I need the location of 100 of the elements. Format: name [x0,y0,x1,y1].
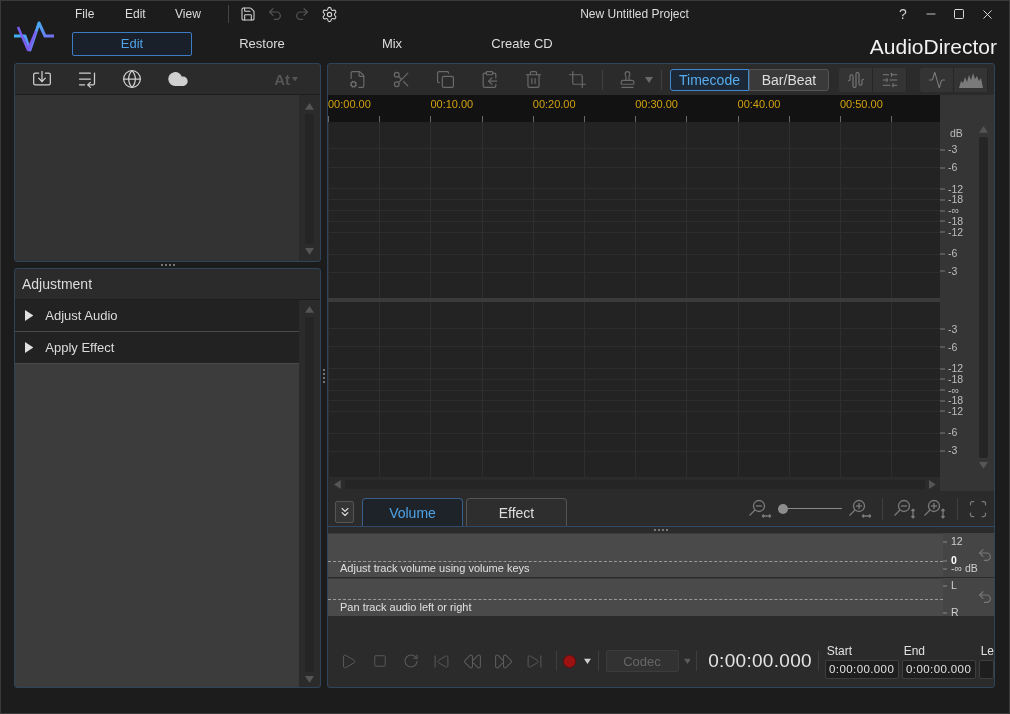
scroll-right-icon[interactable] [929,479,936,489]
db-label: -18 [940,193,964,205]
undo-icon[interactable] [976,547,993,563]
ruler-label: 00:20.00 [532,98,577,110]
scroll-up-icon[interactable] [305,306,314,313]
accordion-item[interactable]: Apply Effect [15,332,299,364]
zoom-in-horizontal-icon[interactable] [848,498,872,519]
trash-icon[interactable] [523,70,543,89]
db-label: -18 [940,373,964,385]
envelope-lane[interactable]: Adjust track volume using volume keys [328,533,943,577]
unit-label: dB [950,127,963,139]
db-label: -3 [940,265,958,277]
undo-icon[interactable] [267,6,283,22]
scroll-down-icon[interactable] [305,676,314,683]
ruler-label: 00:30.00 [635,98,679,110]
undo-icon[interactable] [976,589,993,605]
time-field[interactable]: 0:00:00.000 [901,659,976,679]
help-button[interactable]: ? [889,6,917,22]
scan-frame-icon[interactable] [968,498,988,519]
field-label: End [902,643,926,658]
lane-hint: Adjust track volume using volume keys [339,562,531,576]
save-icon[interactable] [240,6,256,22]
play-icon[interactable] [340,652,357,670]
envelope-lane[interactable]: Pan track audio left or right [328,578,943,616]
sliders-icon [880,70,899,89]
settings-icon[interactable] [321,5,338,23]
lane-tab[interactable]: Volume [362,498,463,526]
lane-scale-label: 12 [943,535,963,547]
db-label: -12 [940,226,964,237]
pulse-button[interactable] [920,67,954,92]
ruler-label: 00:40.00 [737,98,782,110]
lane-scale-label: R [943,606,959,618]
segment-button[interactable]: Bar/Beat [749,68,829,91]
field-label: Le [979,643,994,658]
time-display: 0:00:00.000 [708,650,812,672]
audio-track[interactable] [328,122,940,298]
zoom-out-horizontal-icon[interactable] [748,498,772,519]
document-gear-icon[interactable] [347,70,367,89]
ruler-label: 00:00.00 [328,98,372,110]
db-label: -12 [940,405,964,417]
mode-tab[interactable]: Restore [202,31,322,56]
slider-thumb[interactable] [778,503,788,514]
waveform-icon [846,70,865,89]
db-label: -6 [940,247,958,259]
scroll-left-icon[interactable] [334,479,341,489]
field-label: Start [825,643,853,658]
menu-item[interactable]: File [72,7,122,21]
record-icon[interactable] [562,652,576,670]
globe-icon[interactable] [122,69,142,89]
stop-icon[interactable] [372,654,387,668]
loop-icon[interactable] [402,653,419,669]
waveform-button[interactable] [839,67,873,92]
ruler-label: 00:50.00 [839,98,884,110]
crop-icon[interactable] [567,70,587,89]
db-label: -3 [940,444,958,456]
mode-tab[interactable]: Edit [72,31,192,56]
caret-down-icon [292,76,298,82]
spectrum-button[interactable] [954,67,988,92]
time-field[interactable]: 0:00:00.000 [824,659,899,679]
copy-icon[interactable] [435,70,455,89]
menu-item[interactable]: Edit [122,7,172,21]
zoom-in-vertical-icon[interactable] [923,498,947,519]
caret-down-icon[interactable] [583,657,591,665]
zoom-out-vertical-icon[interactable] [893,498,917,519]
mode-tab[interactable]: Create CD [462,31,582,56]
db-label: -6 [940,341,958,353]
scroll-down-icon[interactable] [979,462,988,469]
scroll-up-icon[interactable] [305,103,314,110]
db-label: -18 [940,394,964,406]
redo-icon[interactable] [294,6,310,22]
triangle-right-icon [25,342,34,353]
mode-tab[interactable]: Mix [332,31,452,56]
time-field[interactable] [978,659,994,679]
lane-scale-label: L [943,579,957,591]
db-label: -12 [940,183,964,194]
db-label: -18 [940,215,964,227]
pulse-wave-icon [927,70,946,89]
audio-track[interactable] [328,302,940,477]
window-title: New Untitled Project [579,7,690,21]
lane-hint: Pan track audio left or right [339,601,473,615]
brand-name: AudioDirector [869,34,997,59]
skip-back-icon[interactable] [433,652,450,670]
db-label: -6 [940,426,958,438]
scroll-up-icon[interactable] [979,126,988,133]
collapse-button[interactable] [335,501,354,523]
skip-forward-icon[interactable] [526,652,543,670]
segment-button[interactable]: Timecode [670,68,749,91]
maximize-icon[interactable] [953,8,965,20]
stamp-icon[interactable] [618,70,637,89]
db-label: -6 [940,161,958,173]
sliders-button[interactable] [873,67,907,92]
triangle-right-icon [25,310,34,321]
scroll-down-icon[interactable] [305,248,314,255]
lane-tab[interactable]: Effect [466,498,567,526]
menu-item[interactable]: View [172,7,222,21]
ruler-label: 00:10.00 [430,98,475,110]
db-label: -3 [940,323,958,335]
accordion-item[interactable]: Adjust Audio [15,300,299,332]
scissors-icon[interactable] [391,70,411,89]
db-label: -3 [940,143,958,155]
